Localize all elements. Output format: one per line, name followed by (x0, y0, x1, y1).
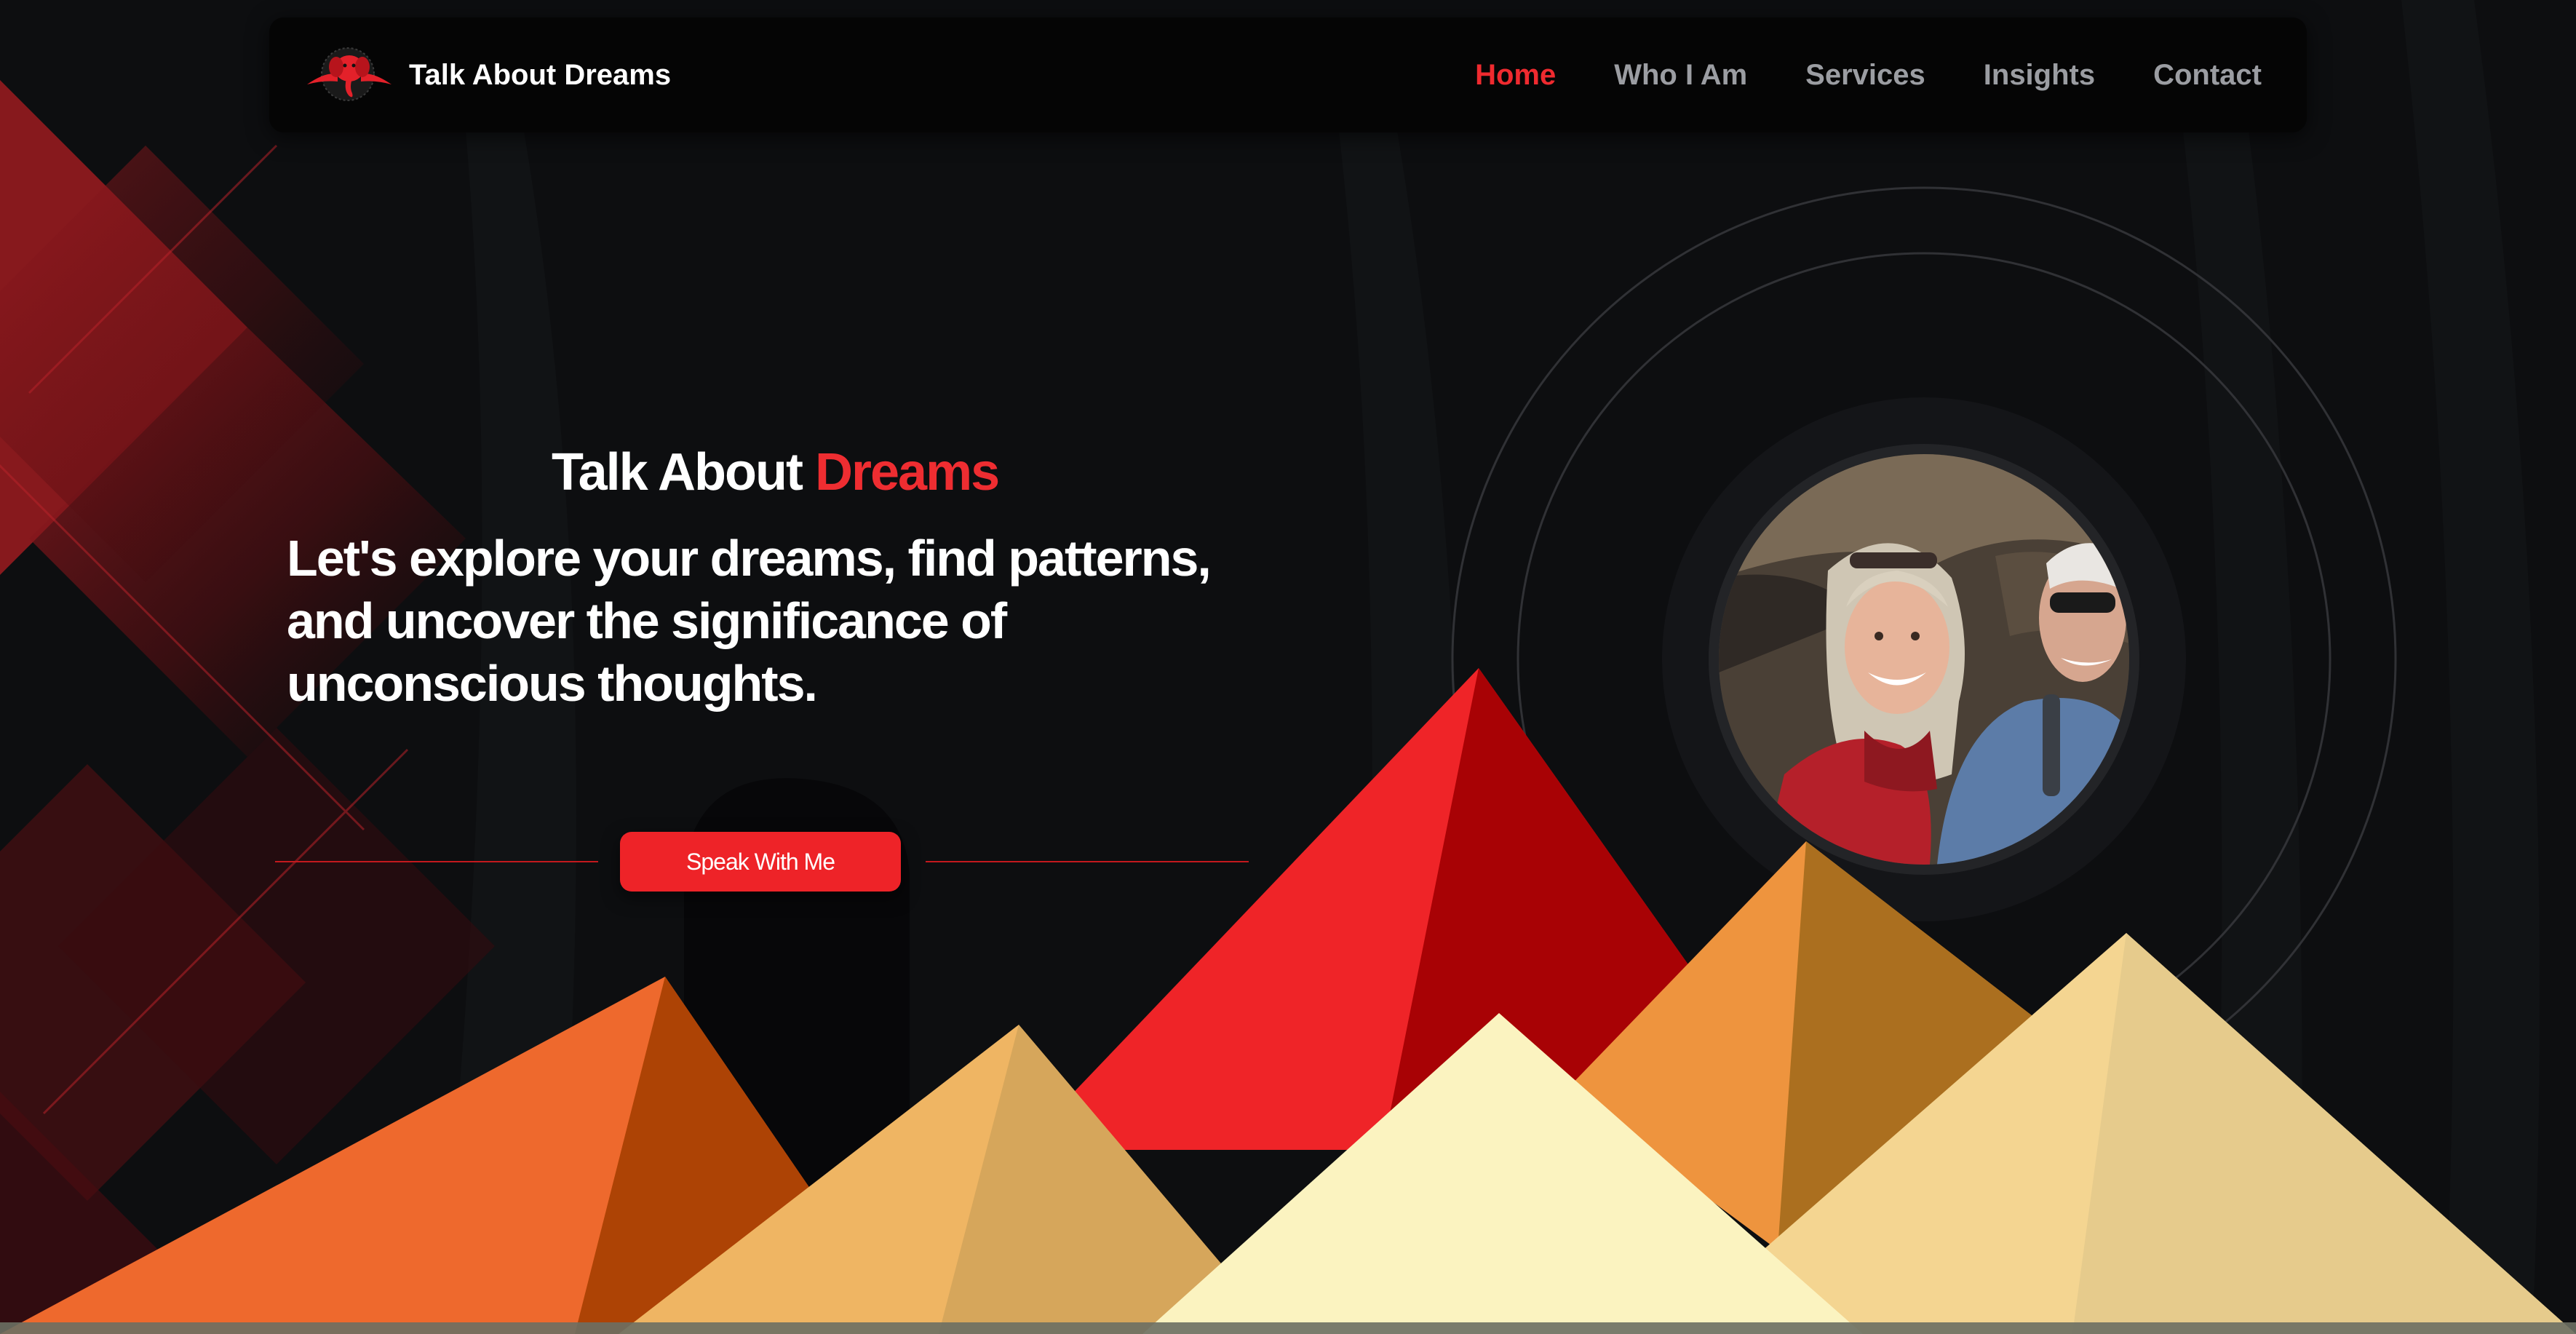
cta-divider-right (926, 861, 1249, 862)
hero-tagline: Let's explore your dreams, find patterns… (287, 530, 1212, 712)
portrait-illustration (1719, 454, 2129, 865)
nav-home-link[interactable]: Home (1475, 59, 1556, 92)
cta-divider-left (275, 861, 598, 862)
speak-with-me-button[interactable]: Speak With Me (620, 832, 901, 892)
brand-link[interactable]: Talk About Dreams (304, 42, 671, 108)
nav-insights-link[interactable]: Insights (1984, 59, 2095, 92)
hero-title: Talk About Dreams (552, 442, 1000, 502)
brand-name: Talk About Dreams (409, 58, 672, 91)
nav-who-i-am-link[interactable]: Who I Am (1614, 59, 1747, 92)
top-navbar: Talk About Dreams Home Who I Am Services… (269, 17, 2307, 132)
red-elephant-logo-icon (307, 47, 391, 101)
portrait-photo (1709, 444, 2139, 875)
hero-title-accent: Dreams (815, 443, 1000, 501)
hero-title-main: Talk About (552, 443, 803, 501)
main-nav: Home Who I Am Services Insights Contact (1417, 17, 2262, 132)
nav-contact-link[interactable]: Contact (2153, 59, 2262, 92)
nav-services-link[interactable]: Services (1805, 59, 1925, 92)
